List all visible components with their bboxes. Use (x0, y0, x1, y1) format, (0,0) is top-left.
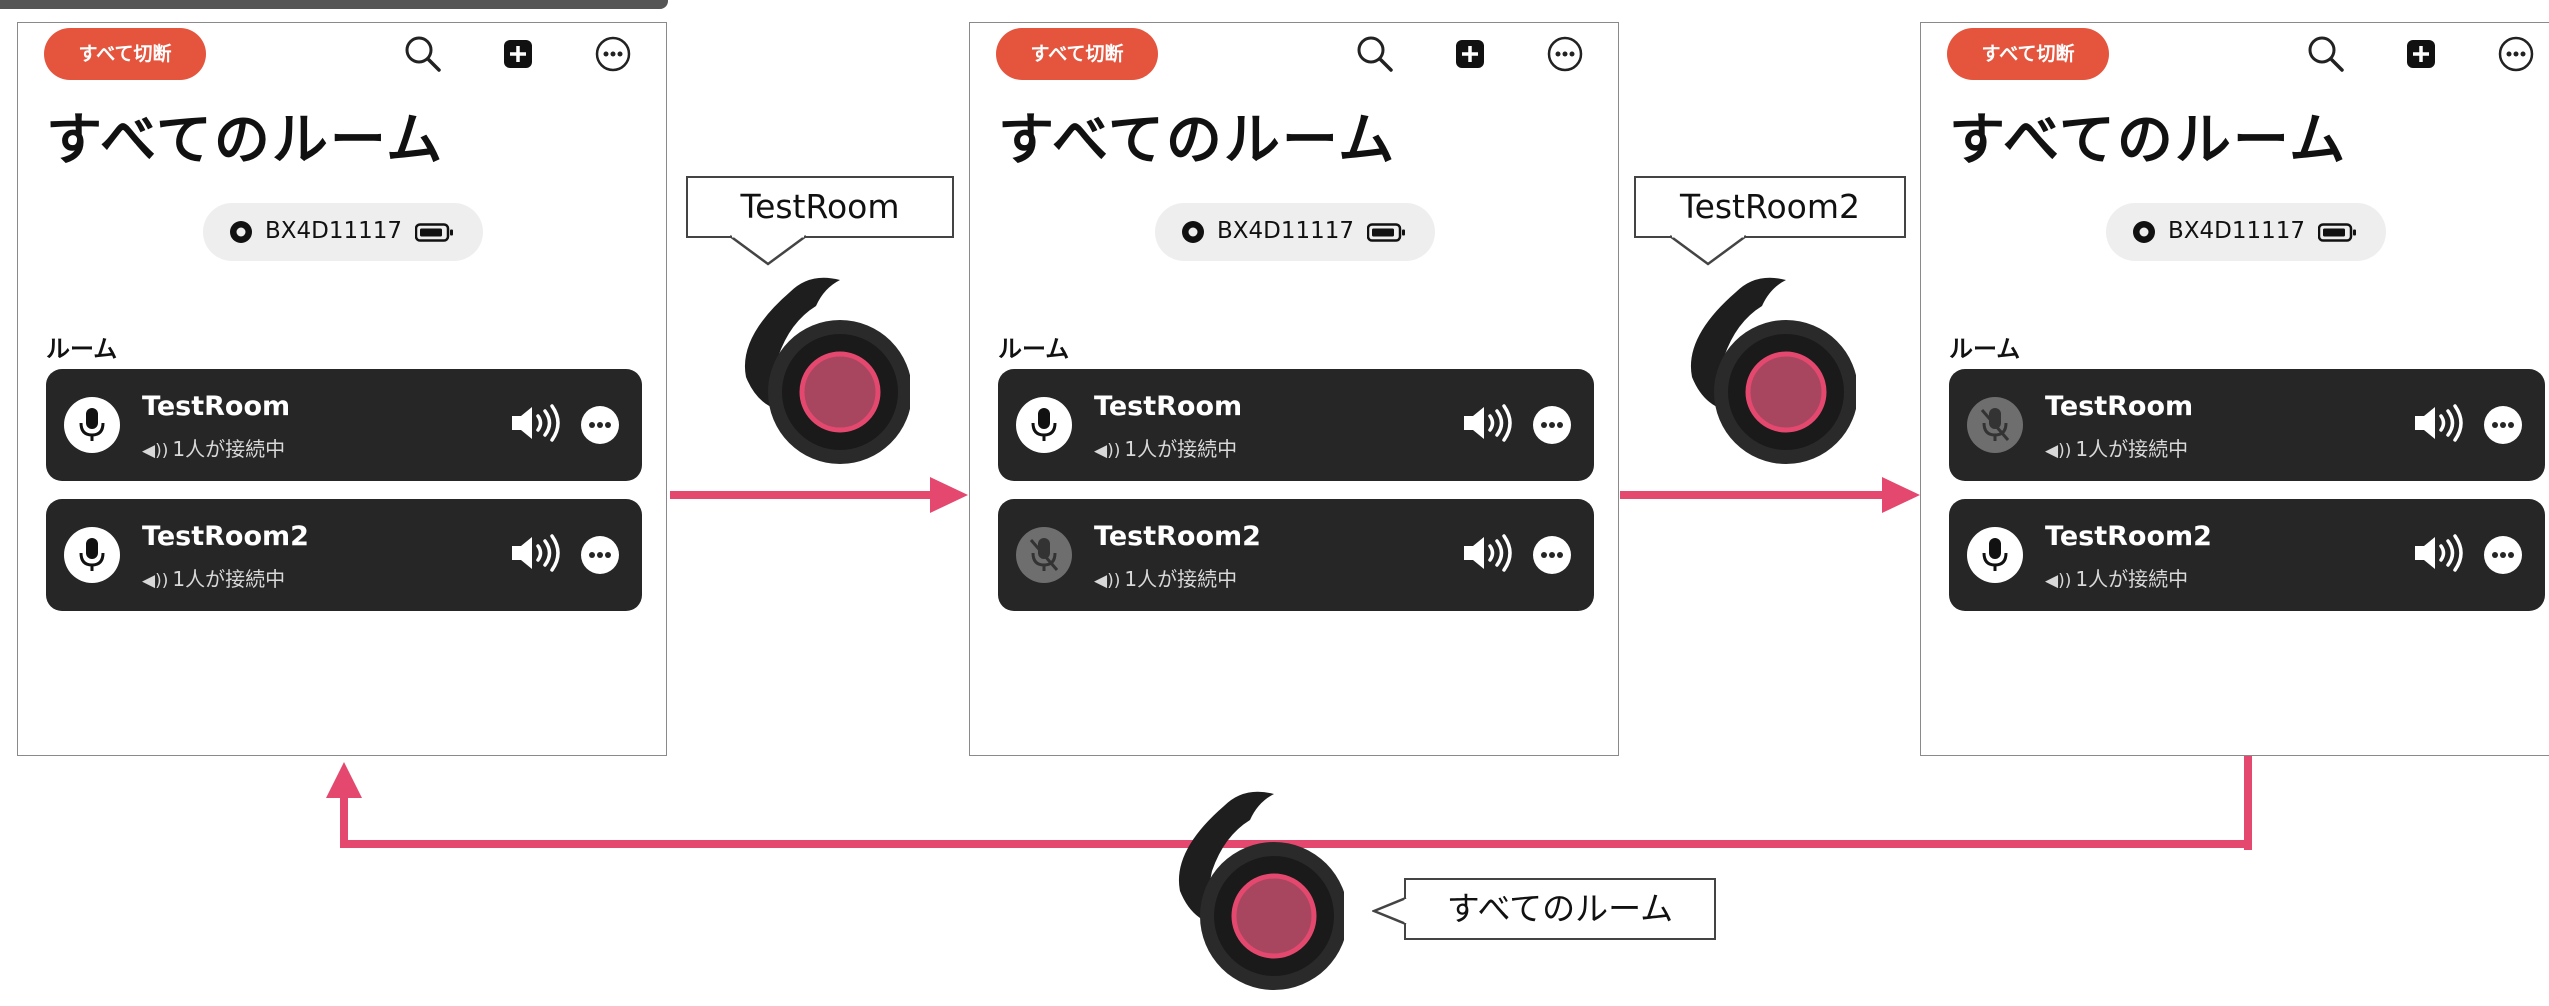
speaker-volume-icon[interactable] (1460, 403, 1516, 443)
room-name: TestRoom (1094, 391, 1243, 422)
speaker-volume-icon[interactable] (508, 403, 564, 443)
room-name: TestRoom (142, 391, 291, 422)
device-pill[interactable]: BX4D11117 (203, 203, 483, 261)
plus-square-icon[interactable] (2400, 33, 2442, 75)
mic-toggle[interactable] (1016, 397, 1072, 453)
earbud-device-icon (2133, 221, 2155, 243)
earbud-device-icon (230, 221, 252, 243)
ellipsis-circle-icon[interactable] (592, 33, 634, 75)
room-more-icon[interactable] (2483, 405, 2523, 445)
room-card[interactable]: TestRoom ◀)) 1人が接続中 (998, 369, 1594, 481)
callout-testroom2: TestRoom2 (1634, 176, 1906, 238)
room-name: TestRoom (2045, 391, 2194, 422)
page-title: すべてのルーム (998, 108, 1397, 173)
page-title: すべてのルーム (46, 108, 445, 173)
microphone-slash-icon (1029, 538, 1059, 571)
search-icon[interactable] (1354, 33, 1396, 75)
small-speaker-icon: ◀)) (2045, 441, 2072, 461)
rooms-section-label: ルーム (46, 335, 118, 363)
microphone-icon (79, 408, 105, 441)
microphone-slash-icon (1980, 408, 2010, 441)
device-pill[interactable]: BX4D11117 (2106, 203, 2386, 261)
room-more-icon[interactable] (580, 405, 620, 445)
room-card[interactable]: TestRoom ◀)) 1人が接続中 (46, 369, 642, 481)
arrowhead-up (326, 762, 362, 798)
room-more-icon[interactable] (2483, 535, 2523, 575)
window-top-bar (0, 0, 668, 9)
page-title: すべてのルーム (1949, 108, 2348, 173)
earbud-illustration (1690, 277, 1856, 464)
device-pill[interactable]: BX4D11117 (1155, 203, 1435, 261)
battery-icon (2318, 223, 2356, 242)
speaker-volume-icon[interactable] (1460, 533, 1516, 573)
room-status: ◀)) 1人が接続中 (1094, 567, 1238, 591)
device-name: BX4D11117 (265, 218, 403, 244)
small-speaker-icon: ◀)) (142, 441, 169, 461)
room-card[interactable]: TestRoom2 ◀)) 1人が接続中 (46, 499, 642, 611)
small-speaker-icon: ◀)) (2045, 571, 2072, 591)
search-icon[interactable] (402, 33, 444, 75)
app-screen-2: すべて切断 すべてのルーム BX4D11117 ルーム TestRoom ◀))… (969, 22, 1619, 756)
room-name: TestRoom2 (1094, 521, 1261, 552)
return-arrow-up (340, 796, 348, 848)
room-name: TestRoom2 (2045, 521, 2212, 552)
mic-toggle[interactable] (1016, 527, 1072, 583)
room-more-icon[interactable] (1532, 535, 1572, 575)
small-speaker-icon: ◀)) (142, 571, 169, 591)
mic-toggle[interactable] (64, 397, 120, 453)
search-icon[interactable] (2305, 33, 2347, 75)
small-speaker-icon: ◀)) (1094, 441, 1121, 461)
app-screen-3: すべて切断 すべてのルーム BX4D11117 ルーム TestRoom ◀))… (1920, 22, 2549, 756)
speaker-volume-icon[interactable] (2411, 403, 2467, 443)
rooms-section-label: ルーム (1949, 335, 2021, 363)
ellipsis-circle-icon[interactable] (1544, 33, 1586, 75)
earbud-illustration (744, 277, 910, 464)
speaker-volume-icon[interactable] (508, 533, 564, 573)
rooms-section-label: ルーム (998, 335, 1070, 363)
battery-icon (415, 223, 453, 242)
mic-toggle[interactable] (64, 527, 120, 583)
arrowhead-right (1882, 477, 1920, 513)
mic-toggle[interactable] (1967, 527, 2023, 583)
microphone-icon (1982, 538, 2008, 571)
room-status: ◀)) 1人が接続中 (2045, 567, 2189, 591)
small-speaker-icon: ◀)) (1094, 571, 1121, 591)
disconnect-all-button[interactable]: すべて切断 (1947, 28, 2109, 80)
callout-testroom: TestRoom (686, 176, 954, 238)
disconnect-all-button[interactable]: すべて切断 (996, 28, 1158, 80)
room-name: TestRoom2 (142, 521, 309, 552)
room-status: ◀)) 1人が接続中 (142, 437, 286, 461)
speaker-volume-icon[interactable] (2411, 533, 2467, 573)
battery-icon (1367, 223, 1405, 242)
ellipsis-circle-icon[interactable] (2495, 33, 2537, 75)
arrowhead-right (930, 477, 968, 513)
disconnect-all-button[interactable]: すべて切断 (44, 28, 206, 80)
return-arrow-down (2244, 756, 2252, 850)
room-status: ◀)) 1人が接続中 (1094, 437, 1238, 461)
device-name: BX4D11117 (2168, 218, 2306, 244)
app-screen-1: すべて切断 すべてのルーム BX4D11117 ルーム TestRoom ◀))… (17, 22, 667, 756)
microphone-icon (1031, 408, 1057, 441)
earbud-device-icon (1182, 221, 1204, 243)
mic-toggle[interactable] (1967, 397, 2023, 453)
room-card[interactable]: TestRoom2 ◀)) 1人が接続中 (1949, 499, 2545, 611)
flow-arrow-1 (670, 491, 934, 499)
plus-square-icon[interactable] (497, 33, 539, 75)
callout-tail-left (1372, 896, 1408, 926)
room-status: ◀)) 1人が接続中 (142, 567, 286, 591)
callout-all-rooms: すべてのルーム (1404, 878, 1716, 940)
room-more-icon[interactable] (1532, 405, 1572, 445)
room-status: ◀)) 1人が接続中 (2045, 437, 2189, 461)
plus-square-icon[interactable] (1449, 33, 1491, 75)
microphone-icon (79, 538, 105, 571)
room-card[interactable]: TestRoom2 ◀)) 1人が接続中 (998, 499, 1594, 611)
room-card[interactable]: TestRoom ◀)) 1人が接続中 (1949, 369, 2545, 481)
earbud-illustration (1178, 791, 1344, 990)
room-more-icon[interactable] (580, 535, 620, 575)
device-name: BX4D11117 (1217, 218, 1355, 244)
flow-arrow-2 (1620, 491, 1886, 499)
